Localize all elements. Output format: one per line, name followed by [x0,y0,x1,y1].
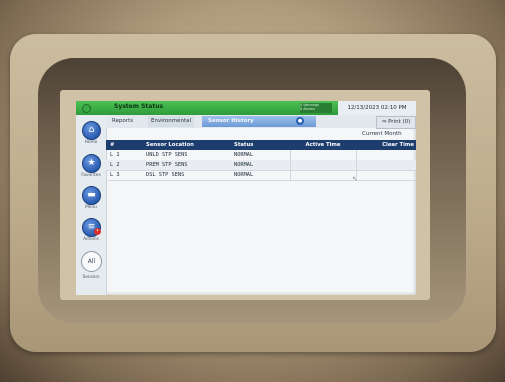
all-sensors-button[interactable]: All [81,251,102,272]
nav-label-sensors: Sensors [82,275,100,280]
nav-label-home: Home [84,140,98,145]
row-location: PREM STP SENS [146,162,188,168]
row-clear-time [356,170,416,180]
table-header: # Sensor Location Status Active Time Cle… [106,140,416,150]
row-status: NORMAL [234,172,254,178]
date-time: 12/13/2023 02:10 PM [338,101,416,115]
row-location: DSL STP SENS [146,172,185,178]
print-button[interactable]: ⇒ Print (0) [376,116,416,129]
table-row[interactable]: L 3 DSL STP SENS NORMAL [106,170,416,181]
print-label: Print (0) [388,119,411,125]
row-status: NORMAL [234,162,254,168]
tab-bar: Reports Environmental Sensor History ● ⇒… [106,115,416,129]
row-active-time [290,150,356,160]
row-number: L 1 [110,152,120,158]
actions-badge-icon: • [94,228,101,235]
row-number: L 2 [110,162,120,168]
row-clear-time [356,150,416,160]
close-tab-icon[interactable]: ● [296,117,304,125]
row-number: L 3 [110,172,120,178]
touch-screen: System Status 0 Warnings 0 Alarms 12/13/… [76,101,416,295]
row-status: NORMAL [234,152,254,158]
row-clear-time [356,160,416,170]
col-header-status[interactable]: Status [234,140,290,150]
menu-icon[interactable]: ▬ [82,186,101,205]
status-bar[interactable]: System Status 0 Warnings 0 Alarms 12/13/… [76,101,416,115]
column-divider [290,150,291,180]
tab-environmental[interactable]: Environmental [148,116,195,127]
pointer-cursor-icon: ↖ [352,175,358,183]
status-title: System Status [114,103,164,110]
row-active-time [290,160,356,170]
tab-reports[interactable]: Reports [112,116,133,127]
period-label: Current Month [362,131,402,137]
status-indicator-icon [82,104,91,113]
star-icon[interactable]: ★ [82,154,101,173]
col-header-active-time[interactable]: Active Time [290,140,356,150]
printer-icon: ⇒ [381,119,387,125]
col-header-clear-time[interactable]: Clear Time [356,140,416,150]
home-icon[interactable]: ⌂ [82,121,101,140]
row-location: UNLD STP SENS [146,152,188,158]
nav-label-menu: Menu [85,205,97,210]
nav-label-actions: Actions [83,237,99,242]
alarms-count: 0 Alarms [300,107,315,112]
row-active-time [290,170,356,180]
col-header-number[interactable]: # [110,140,146,150]
nav-label-favorites: Favorites [81,173,101,178]
alerts-summary[interactable]: 0 Warnings 0 Alarms [300,103,332,113]
nav-rail: ⌂ Home ★ Favorites ▬ Menu ≡ • Actions Al… [76,115,107,295]
col-header-location[interactable]: Sensor Location [146,140,234,150]
